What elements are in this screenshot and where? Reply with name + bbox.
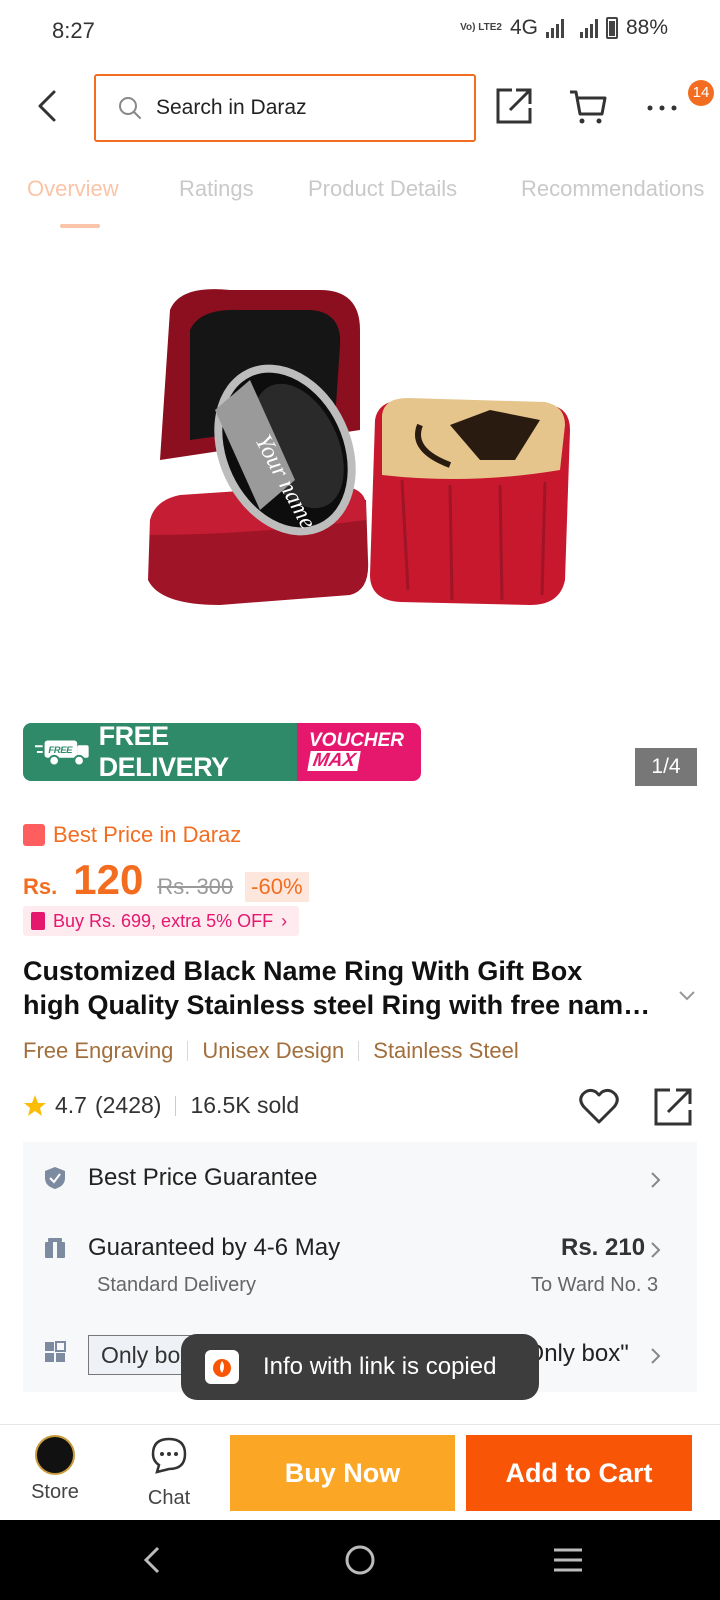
best-price-label: Best Price in Daraz [23,822,241,848]
tab-ratings[interactable]: Ratings [179,176,254,202]
chat-label: Chat [147,1487,191,1509]
max-text: MAX [307,750,361,771]
add-to-cart-button[interactable]: Add to Cart [466,1435,692,1511]
store-label: Store [31,1481,79,1503]
daraz-logo-icon [205,1350,239,1384]
active-tab-indicator [60,224,100,228]
variant-grid-icon [45,1341,66,1362]
store-avatar [35,1435,75,1475]
search-bar[interactable] [94,74,476,142]
original-price: Rs. 300 [157,874,234,899]
nav-home-icon[interactable] [340,1540,380,1580]
heart-icon[interactable] [578,1086,620,1126]
current-price: 120 [73,856,144,903]
chevron-right-icon[interactable] [649,1171,663,1189]
feature-tags: Free Engraving Unisex Design Stainless S… [23,1038,519,1064]
image-counter: 1/4 [635,748,697,786]
store-button[interactable]: Store [15,1435,95,1504]
network-type: 4G [509,16,538,39]
price-row: Rs. 120 Rs. 300 -60% [23,856,309,904]
section-tabs: Overview Ratings Product Details Recomme… [0,176,720,232]
tab-recommendations[interactable]: Recommendations [521,176,704,202]
buy-now-button[interactable]: Buy Now [230,1435,455,1511]
feature-unisex-design: Unisex Design [202,1038,345,1063]
signal-icon-2 [579,18,598,38]
chevron-right-icon: › [281,910,288,931]
free-tag: FREE [48,745,73,756]
discount-badge: -60% [245,872,309,902]
free-delivery-badge: FREE FREE DELIVERY [23,723,297,781]
product-image[interactable]: Your name [120,260,620,660]
status-bar: 8:27 Vo) LTE2 4G 88% [0,0,720,62]
delivery-guarantee[interactable]: Guaranteed by 4-6 May [88,1234,340,1262]
voucher-icon [31,912,45,930]
price-tag-icon [23,824,45,846]
delivery-location: To Ward No. 3 [531,1274,659,1296]
flame-icon [213,1359,231,1377]
tab-overview[interactable]: Overview [27,176,119,202]
chat-button[interactable]: Chat [129,1435,209,1510]
spend-promo-chip[interactable]: Buy Rs. 699, extra 5% OFF › [23,906,300,936]
cart-icon[interactable] [568,86,608,126]
shield-check-icon [45,1167,65,1189]
sold-count: 16.5K sold [190,1092,300,1118]
chat-icon [151,1437,187,1474]
best-price-text: Best Price in Daraz [53,822,242,847]
delivery-box-icon [45,1238,65,1258]
nav-recents-icon[interactable] [548,1540,588,1580]
delivery-fee: Rs. 210 [561,1234,646,1261]
title-line-2: high Quality Stainless steel Ring with f… [23,990,653,1020]
battery-percent: 88% [625,16,668,39]
volte-indicator: Vo) LTE2 [460,22,502,33]
best-price-guarantee[interactable]: Best Price Guarantee [88,1164,317,1192]
nav-back-icon[interactable] [134,1540,174,1580]
top-header [0,72,720,142]
feature-free-engraving: Free Engraving [23,1038,174,1063]
divider [187,1041,189,1061]
toast-message: Info with link is copied [263,1353,497,1380]
share-icon[interactable] [652,1086,694,1128]
system-nav-bar [0,1520,720,1600]
search-icon [119,97,141,119]
free-delivery-voucher-banner[interactable]: FREE FREE DELIVERY VOUCHER MAX [23,723,421,781]
product-title: Customized Black Name Ring With Gift Box… [23,954,653,1022]
delivery-truck-icon: FREE [35,740,89,767]
review-count: (2428) [94,1092,162,1118]
star-icon [24,1094,46,1116]
divider [358,1041,360,1061]
currency-label: Rs. [23,874,58,899]
voucher-max-badge: VOUCHER MAX [297,723,421,781]
back-arrow-icon[interactable] [30,86,70,126]
divider [175,1095,177,1116]
tab-product-details[interactable]: Product Details [308,176,457,202]
cart-count-badge: 14 [688,80,714,106]
title-line-1: Customized Black Name Ring With Gift Box [23,956,583,986]
battery-icon [605,17,618,39]
voucher-text: VOUCHER [309,730,405,751]
chevron-right-icon[interactable] [649,1347,663,1365]
signal-icon [545,18,564,38]
share-icon[interactable] [494,86,534,126]
feature-stainless-steel: Stainless Steel [373,1038,519,1063]
status-time: 8:27 [52,18,95,43]
more-options-icon[interactable] [642,86,682,126]
rating-row[interactable]: 4.7 (2428) 16.5K sold [23,1092,299,1119]
chevron-right-icon[interactable] [649,1241,663,1259]
bottom-action-bar: Store Chat Buy Now Add to Cart [0,1424,720,1520]
expand-title-chevron-icon[interactable] [676,984,698,1006]
copied-toast: Info with link is copied [181,1334,539,1400]
delivery-type: Standard Delivery [97,1274,256,1296]
rating-value: 4.7 [55,1092,87,1118]
search-input[interactable] [156,96,436,120]
free-delivery-text: FREE DELIVERY [98,723,230,781]
status-icons: Vo) LTE2 4G 88% [460,16,668,40]
spend-promo-text: Buy Rs. 699, extra 5% OFF [53,910,274,931]
